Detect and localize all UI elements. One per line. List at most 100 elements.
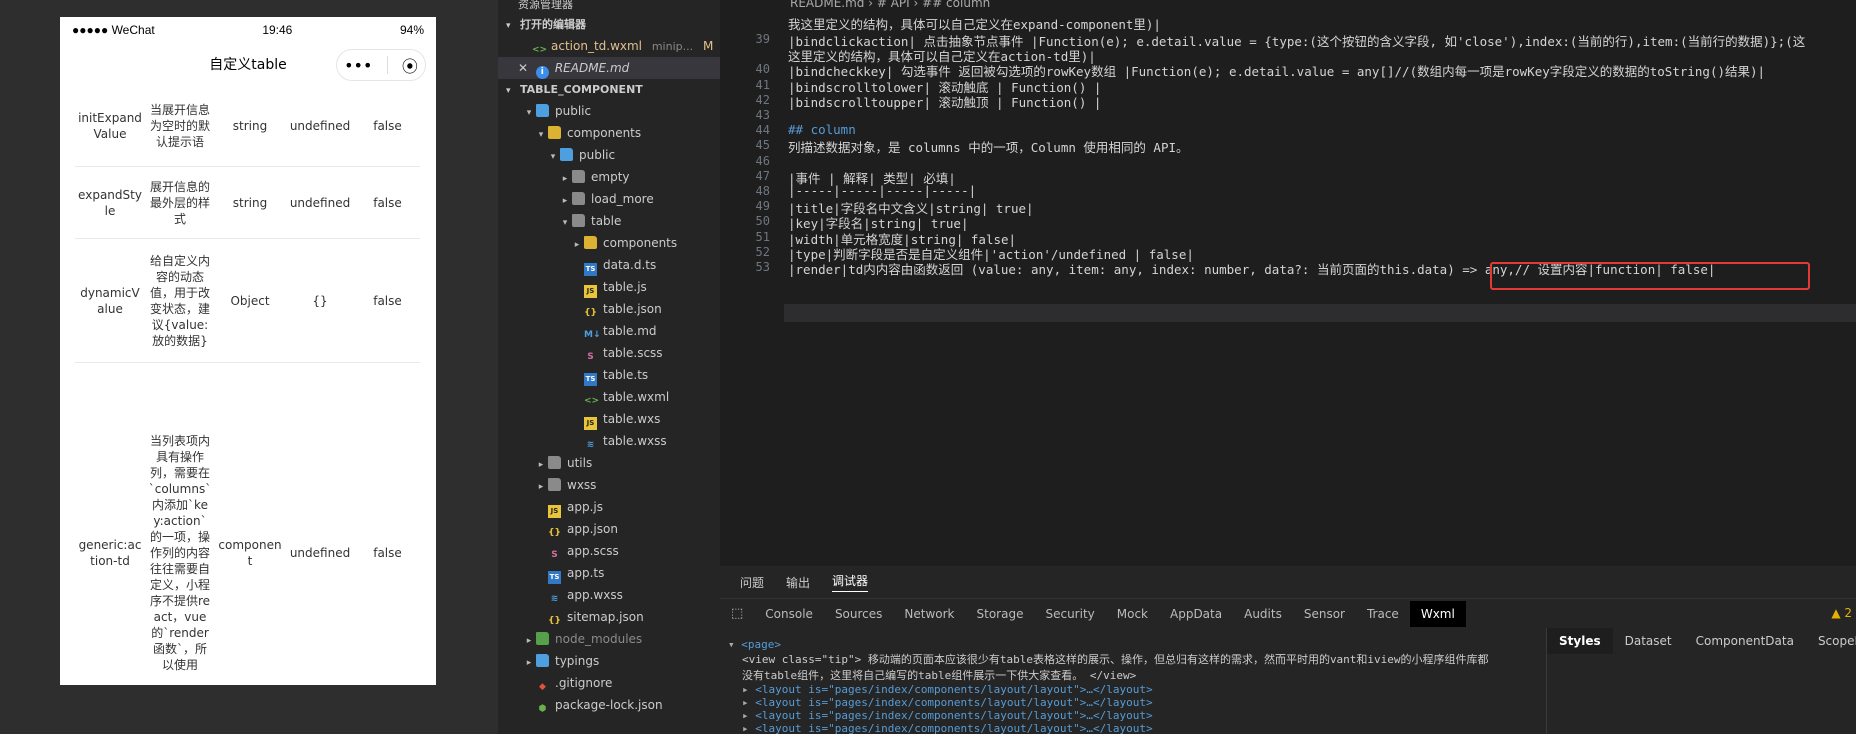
file-tree-item[interactable]: {} table.json	[498, 298, 720, 320]
tab-output[interactable]: 输出	[786, 574, 810, 591]
npm-icon: ⬢	[538, 704, 547, 714]
file-tree-item[interactable]: ⬢ package-lock.json	[498, 694, 720, 716]
file-tree-item[interactable]: ▸ typings	[498, 650, 720, 672]
devtools-tab-appdata[interactable]: AppData	[1159, 607, 1233, 621]
chevron-right-icon: ▸	[574, 240, 580, 250]
file-tree-item[interactable]: ▸ components	[498, 232, 720, 254]
line-number: 40	[755, 62, 770, 77]
style-tab-componentdata[interactable]: ComponentData	[1684, 628, 1806, 654]
file-tree-item[interactable]: ▸ empty	[498, 166, 720, 188]
file-tree-item[interactable]: M↓ table.md	[498, 320, 720, 342]
modified-badge: M	[702, 39, 714, 53]
close-icon[interactable]: ✕	[518, 57, 532, 79]
style-tab-dataset[interactable]: Dataset	[1613, 628, 1684, 654]
chevron-down-icon: ▾	[550, 152, 556, 162]
file-name: .gitignore	[555, 676, 613, 690]
table-cell: false	[373, 545, 402, 560]
devtools-tab-mock[interactable]: Mock	[1106, 607, 1159, 621]
battery-level: 94%	[399, 23, 424, 37]
devtools-tab-sources[interactable]: Sources	[824, 607, 893, 621]
wxml-layout-node[interactable]: ▸ <layout is="pages/index/components/lay…	[728, 709, 1548, 722]
table-cell: 当列表项内具有操作列，需要在`columns`内添加`key:action`的一…	[148, 433, 212, 672]
file-tree-item[interactable]: JS table.wxs	[498, 408, 720, 430]
devtools-tab-sensor[interactable]: Sensor	[1293, 607, 1356, 621]
table-cell: string	[232, 118, 268, 133]
project-header[interactable]: ▾ TABLE_COMPONENT	[498, 79, 720, 100]
folder-icon	[548, 126, 561, 139]
file-tree-item[interactable]: ▾ table	[498, 210, 720, 232]
wxml-tree: ▾ <page> <view class="tip"> 移动端的页面本应该很少有…	[728, 638, 1548, 734]
breadcrumb[interactable]: README.md › # API › ## column	[720, 0, 1856, 10]
inspect-icon[interactable]: ⬚	[720, 606, 754, 621]
devtools-tab-wxml[interactable]: Wxml	[1409, 600, 1466, 627]
file-name: node_modules	[555, 632, 643, 646]
file-tree-item[interactable]: ▸ node_modules	[498, 628, 720, 650]
wxml-layout-node[interactable]: ▸ <layout is="pages/index/components/lay…	[728, 696, 1548, 709]
line-number: 42	[755, 92, 770, 107]
file-tree-item[interactable]: ◆ .gitignore	[498, 672, 720, 694]
phone-screen: ●●●●● WeChat 19:46 94% 自定义table ••• ⦿ in…	[60, 17, 436, 685]
file-name: table.wxml	[603, 390, 670, 404]
devtools-tab-security[interactable]: Security	[1034, 607, 1105, 621]
style-tab-scopedata[interactable]: ScopeData	[1806, 628, 1856, 654]
wxml-layout-node[interactable]: ▸ <layout is="pages/index/components/lay…	[728, 683, 1548, 696]
json-icon: {}	[548, 616, 561, 626]
line-number: 43	[755, 108, 770, 122]
file-tree-item[interactable]: Sapp.scss	[498, 540, 720, 562]
style-tab-styles[interactable]: Styles	[1547, 628, 1613, 654]
file-tree-item[interactable]: ≋ table.wxss	[498, 430, 720, 452]
file-tree-item[interactable]: ▸ load_more	[498, 188, 720, 210]
tab-debugger[interactable]: 调试器	[832, 572, 869, 592]
close-icon[interactable]: ⦿	[402, 53, 418, 77]
tab-problems[interactable]: 问题	[740, 574, 764, 591]
file-tree-item[interactable]: ≋ app.wxss	[498, 584, 720, 606]
info-icon: i	[535, 66, 549, 79]
file-tree-item[interactable]: {} sitemap.json	[498, 606, 720, 628]
line-number: 52	[755, 244, 770, 259]
file-name: utils	[567, 456, 593, 470]
chevron-down-icon: ▾	[506, 86, 511, 96]
panel-tabs: 问题 输出 调试器	[720, 566, 1856, 598]
table-cell: undefined	[289, 118, 351, 133]
file-tree-item[interactable]: JS app.js	[498, 496, 720, 518]
file-tree-item[interactable]: ▾ public	[498, 144, 720, 166]
file-tree-item[interactable]: TS table.ts	[498, 364, 720, 386]
wxml-view-node[interactable]: <view class="tip"> 移动端的页面本应该很少有table表格这样…	[728, 651, 1548, 667]
wxml-layout-node[interactable]: ▸ <layout is="pages/index/components/lay…	[728, 722, 1548, 734]
file-tree-item[interactable]: TS data.d.ts	[498, 254, 720, 276]
devtools-tab-network[interactable]: Network	[893, 607, 965, 621]
file-tree-item[interactable]: ▾ components	[498, 122, 720, 144]
devtools-tab-trace[interactable]: Trace	[1356, 607, 1410, 621]
folder-icon	[572, 214, 585, 227]
open-editor-item[interactable]: ✕ i README.md	[498, 57, 720, 79]
devtools-tab-storage[interactable]: Storage	[966, 607, 1035, 621]
file-tree-item[interactable]: {} app.json	[498, 518, 720, 540]
mini-program-capsule: ••• ⦿	[336, 49, 426, 81]
folder-icon	[560, 148, 573, 161]
file-name: data.d.ts	[603, 258, 657, 272]
devtools-tab-console[interactable]: Console	[754, 607, 824, 621]
table-cell: component	[218, 537, 282, 568]
wxml-page-node[interactable]: ▾ <page>	[728, 638, 1548, 651]
file-name: app.json	[567, 522, 618, 536]
more-icon[interactable]: •••	[344, 56, 372, 75]
warning-count[interactable]: ▲ 2	[1831, 606, 1852, 620]
json-icon: {}	[584, 308, 597, 318]
json-icon: {}	[548, 528, 561, 538]
file-tree-item[interactable]: ▾ public	[498, 100, 720, 122]
file-tree-item[interactable]: Stable.scss	[498, 342, 720, 364]
file-tree-item[interactable]: <> table.wxml	[498, 386, 720, 408]
code-editor[interactable]: README.md › # API › ## column 我这里定义的结构，具…	[720, 0, 1856, 566]
file-tree-item[interactable]: ▸ wxss	[498, 474, 720, 496]
table-cell: dynamicValue	[80, 285, 140, 316]
line-number: 44	[755, 123, 770, 138]
table-cell: 当展开信息为空时的默认提示语	[149, 102, 210, 149]
open-editor-item[interactable]: <> action_td.wxml minip... M	[498, 35, 720, 57]
file-tree-item[interactable]: TS app.ts	[498, 562, 720, 584]
file-tree-item[interactable]: JS table.js	[498, 276, 720, 298]
devtools-tab-audits[interactable]: Audits	[1233, 607, 1293, 621]
line-number: 39	[755, 32, 770, 46]
open-editors-header[interactable]: ▾ 打开的编辑器	[498, 14, 720, 35]
file-tree-item[interactable]: ▸ utils	[498, 452, 720, 474]
devtools-panel: 问题 输出 调试器 ⬚ Console Sources Network Storage…	[720, 566, 1856, 734]
